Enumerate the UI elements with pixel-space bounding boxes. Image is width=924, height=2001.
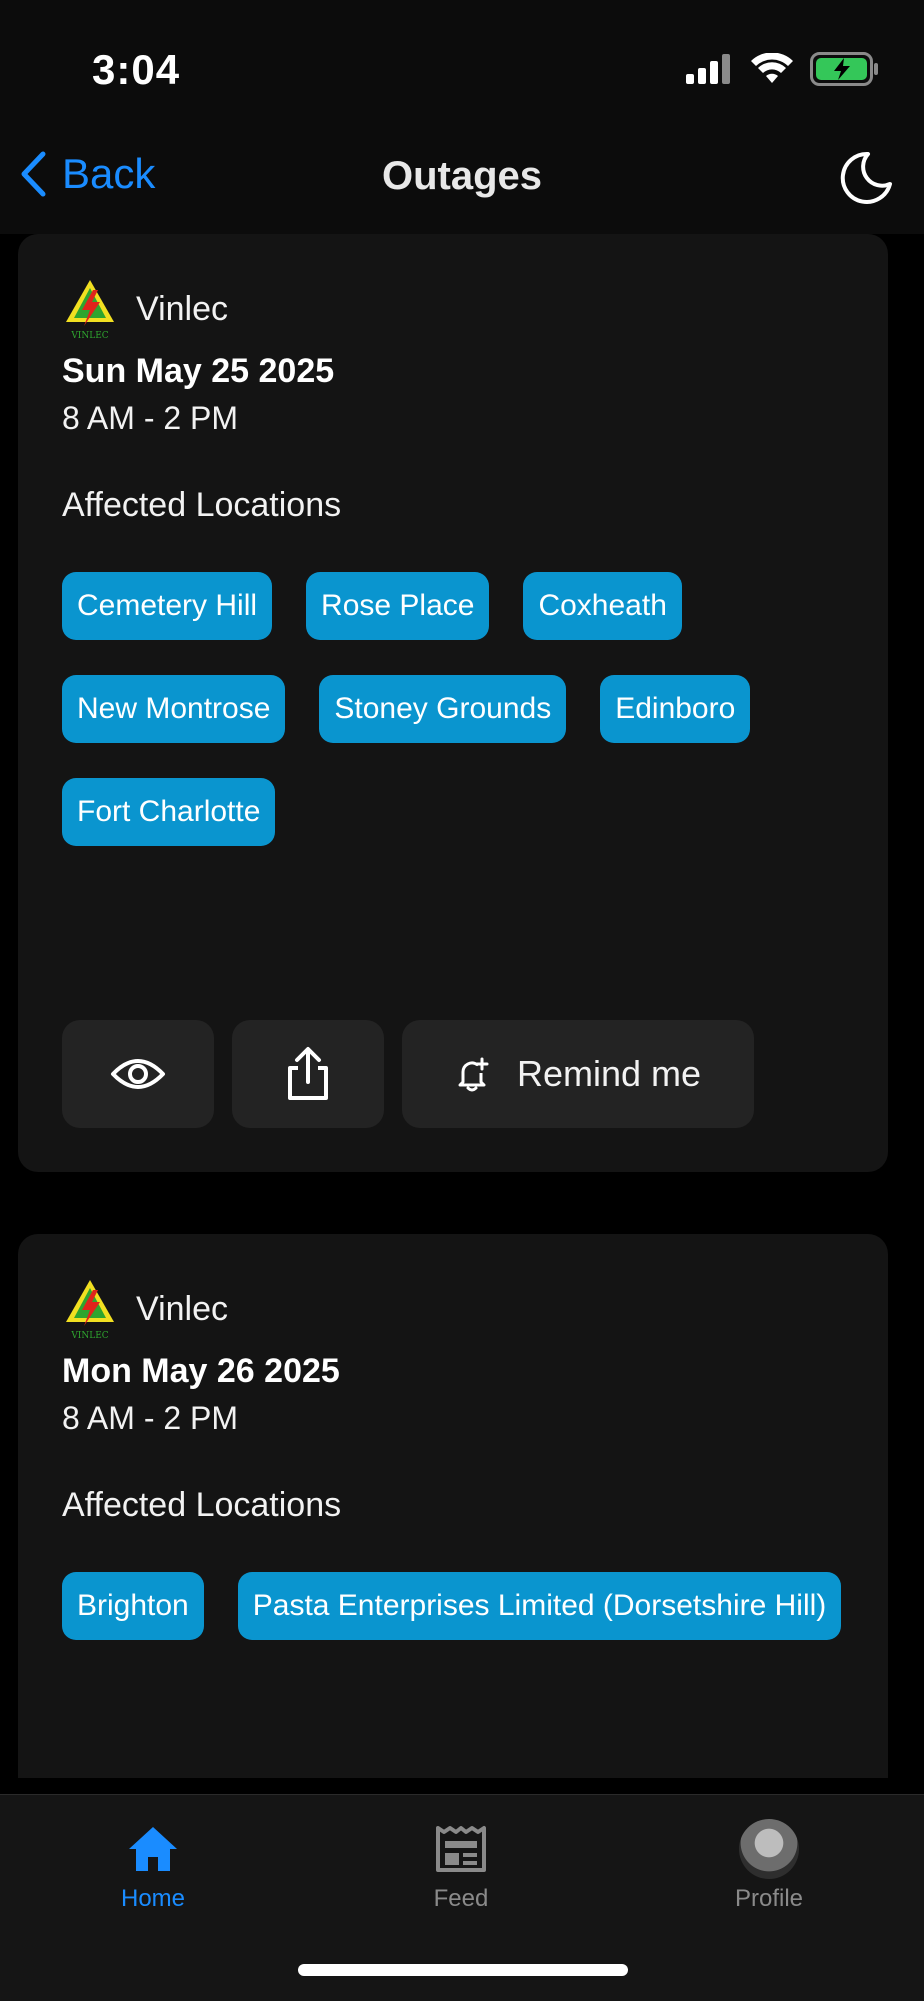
status-time: 3:04 <box>92 46 181 93</box>
battery-charging-icon <box>810 52 878 86</box>
location-chip[interactable]: New Montrose <box>62 675 286 743</box>
navigation-bar: Back Outages <box>0 130 924 234</box>
tab-feed-label: Feed <box>433 1885 489 1912</box>
tab-home-label: Home <box>120 1885 186 1912</box>
provider-row: VINLEC Vinlec <box>62 1278 228 1340</box>
location-chips: Cemetery Hill Rose Place Coxheath New Mo… <box>62 572 862 846</box>
status-bar: 3:04 <box>0 0 924 130</box>
location-chip[interactable]: Pasta Enterprises Limited (Dorsetshire H… <box>237 1572 842 1640</box>
provider-row: VINLEC Vinlec <box>62 278 228 340</box>
location-chips: Brighton Pasta Enterprises Limited (Dors… <box>62 1572 862 1640</box>
affected-locations-heading: Affected Locations <box>62 486 342 524</box>
outage-actions: Remind me <box>62 1020 754 1128</box>
affected-locations-heading: Affected Locations <box>62 1486 342 1524</box>
location-chip[interactable]: Edinboro <box>600 675 751 743</box>
vinlec-logo: VINLEC <box>66 1280 114 1340</box>
home-icon <box>129 1827 177 1871</box>
remind-me-button[interactable]: Remind me <box>402 1020 754 1128</box>
svg-text:VINLEC: VINLEC <box>70 331 108 340</box>
newspaper-icon <box>436 1826 486 1872</box>
dark-mode-toggle[interactable] <box>838 150 894 211</box>
outage-date: Sun May 25 2025 <box>62 352 335 390</box>
outage-hours: 8 AM - 2 PM <box>62 1400 239 1436</box>
location-chip[interactable]: Coxheath <box>523 572 682 640</box>
location-chip[interactable]: Rose Place <box>306 572 490 640</box>
cellular-signal-icon <box>686 54 730 84</box>
moon-icon <box>840 151 892 204</box>
outage-card: VINLEC Vinlec Sun May 25 2025 8 AM - 2 P… <box>18 234 888 1172</box>
view-button[interactable] <box>62 1020 214 1128</box>
tab-profile-label: Profile <box>734 1885 804 1912</box>
bell-plus-icon <box>458 1057 489 1092</box>
wifi-icon <box>751 53 793 83</box>
outage-date: Mon May 26 2025 <box>62 1352 340 1390</box>
location-chip[interactable]: Fort Charlotte <box>62 778 276 846</box>
outage-list[interactable]: VINLEC Vinlec Sun May 25 2025 8 AM - 2 P… <box>0 234 924 1778</box>
status-icons <box>684 52 880 86</box>
provider-name: Vinlec <box>136 1289 228 1328</box>
share-icon <box>288 1047 328 1100</box>
provider-name: Vinlec <box>136 289 228 328</box>
share-button[interactable] <box>232 1020 384 1128</box>
page-title: Outages <box>381 154 543 198</box>
home-indicator <box>298 1964 628 1976</box>
tab-profile[interactable]: Profile <box>689 1819 849 1913</box>
remind-me-label: Remind me <box>516 1053 702 1094</box>
avatar <box>739 1819 799 1879</box>
location-chip[interactable]: Brighton <box>62 1572 204 1640</box>
location-chip[interactable]: Cemetery Hill <box>62 572 273 640</box>
tab-home[interactable]: Home <box>73 1819 233 1913</box>
location-chip[interactable]: Stoney Grounds <box>319 675 567 743</box>
outage-card: VINLEC Vinlec Mon May 26 2025 8 AM - 2 P… <box>18 1234 888 1778</box>
outage-hours: 8 AM - 2 PM <box>62 400 239 436</box>
vinlec-logo: VINLEC <box>66 280 114 340</box>
tab-feed[interactable]: Feed <box>381 1819 541 1913</box>
svg-text:VINLEC: VINLEC <box>70 1331 108 1340</box>
eye-icon <box>111 1059 165 1089</box>
